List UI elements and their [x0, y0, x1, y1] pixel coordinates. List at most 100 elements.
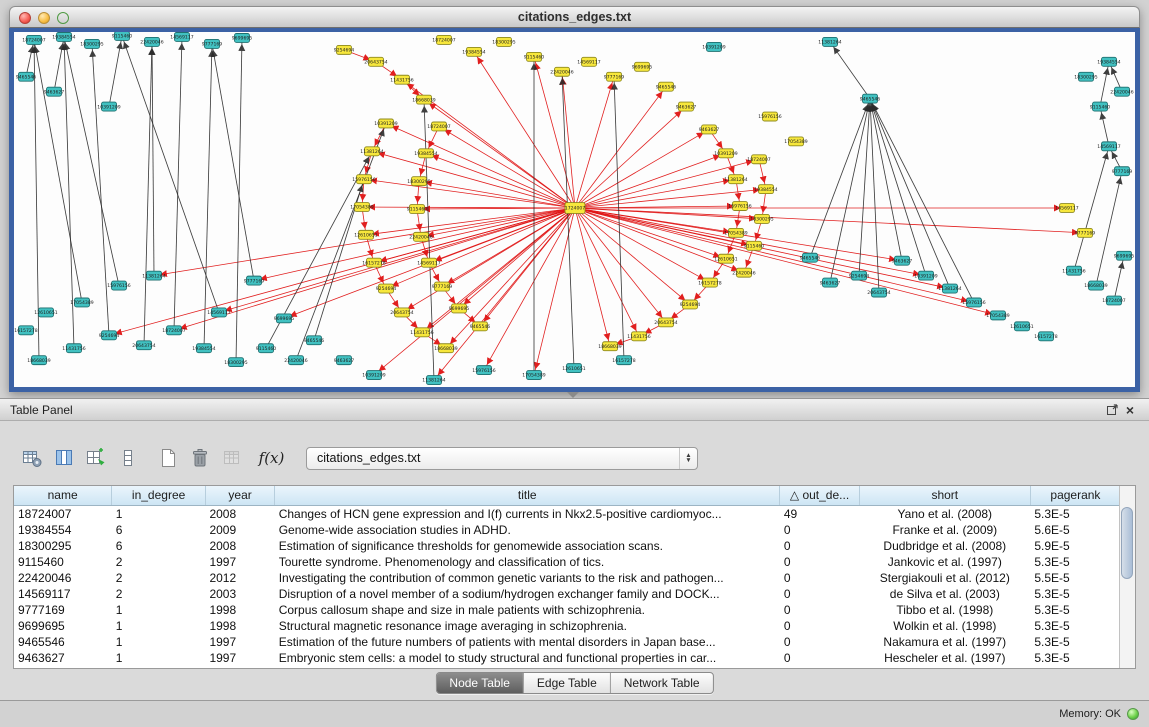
cell-name[interactable]: 9465546 [14, 634, 112, 650]
graph-node[interactable]: 18300295 [224, 358, 247, 367]
graph-node[interactable]: 18724007 [22, 35, 45, 44]
column-header-title[interactable]: title [275, 486, 780, 505]
cell-year[interactable]: 2003 [205, 586, 274, 602]
tab-network-table[interactable]: Network Table [611, 673, 713, 693]
graph-node[interactable]: 16157278 [14, 326, 37, 335]
cell-title[interactable]: Embryonic stem cells: a model to study s… [275, 650, 780, 666]
graph-edge[interactable] [870, 99, 879, 293]
graph-node[interactable]: 12610651 [354, 230, 377, 239]
cell-out_degree[interactable]: 0 [780, 586, 859, 602]
cell-pagerank[interactable]: 5.5E-5 [1030, 570, 1120, 586]
table-row[interactable]: 1830029562008Estimation of significance … [14, 538, 1120, 554]
graph-node[interactable]: 9115460 [112, 32, 133, 40]
graph-edge[interactable] [1096, 171, 1122, 285]
graph-node[interactable]: 18668039 [1084, 281, 1107, 290]
cell-name[interactable]: 9115460 [14, 554, 112, 570]
graph-edge[interactable] [575, 208, 639, 336]
graph-edge[interactable] [1100, 107, 1109, 147]
column-header-year[interactable]: year [205, 486, 274, 505]
graph-node[interactable]: 9777169 [604, 72, 625, 81]
vertical-scrollbar[interactable] [1119, 486, 1135, 668]
cell-year[interactable]: 2008 [205, 505, 274, 522]
graph-node[interactable]: 18300295 [492, 37, 515, 46]
table-row[interactable]: 1456911722003Disruption of a novel membe… [14, 586, 1120, 602]
graph-node[interactable]: 9115460 [256, 344, 277, 353]
graph-node[interactable]: 9777169 [202, 39, 223, 48]
graph-node[interactable]: 15976156 [728, 202, 751, 211]
graph-node[interactable]: 9465546 [656, 82, 677, 91]
graph-edge[interactable] [54, 37, 64, 92]
tab-node-table[interactable]: Node Table [436, 673, 524, 693]
cell-out_degree[interactable]: 0 [780, 570, 859, 586]
graph-edge[interactable] [374, 208, 575, 375]
tab-edge-table[interactable]: Edge Table [524, 673, 611, 693]
cell-out_degree[interactable]: 0 [780, 634, 859, 650]
cell-name[interactable]: 18300295 [14, 538, 112, 554]
graph-edge[interactable] [144, 42, 152, 345]
cell-year[interactable]: 1998 [205, 602, 274, 618]
graph-node[interactable]: 1724007 [565, 203, 586, 214]
graph-edge[interactable] [484, 208, 575, 370]
graph-node[interactable]: 18724007 [1102, 296, 1125, 305]
cell-out_degree[interactable]: 0 [780, 554, 859, 570]
graph-edge[interactable] [870, 99, 902, 261]
graph-node[interactable]: 17054389 [986, 311, 1009, 320]
graph-node[interactable]: 15976156 [472, 366, 495, 375]
cell-short[interactable]: Tibbo et al. (1998) [859, 602, 1030, 618]
cell-short[interactable]: Stergiakouli et al. (2012) [859, 570, 1030, 586]
graph-node[interactable]: 9699695 [232, 33, 253, 42]
graph-edge[interactable] [439, 126, 575, 208]
graph-node[interactable]: 11431756 [410, 328, 433, 337]
graph-edge[interactable] [575, 107, 686, 208]
graph-node[interactable]: 11381264 [724, 175, 747, 184]
graph-edge[interactable] [254, 208, 575, 281]
graph-node[interactable]: 9115460 [1090, 102, 1111, 111]
graph-edge[interactable] [236, 38, 242, 362]
edit-column-icon[interactable] [82, 445, 109, 472]
cell-title[interactable]: Estimation of the future numbers of pati… [275, 634, 780, 650]
graph-node[interactable]: 14569117 [1097, 142, 1120, 151]
graph-node[interactable]: 9463627 [334, 356, 355, 365]
graph-node[interactable]: 18668039 [434, 344, 457, 353]
graph-node[interactable]: 14569117 [577, 57, 600, 66]
cell-in_degree[interactable]: 6 [112, 538, 206, 554]
cell-title[interactable]: Corpus callosum shape and size in male p… [275, 602, 780, 618]
cell-year[interactable]: 2009 [205, 522, 274, 538]
graph-edge[interactable] [575, 208, 610, 346]
graph-node[interactable]: 9777169 [432, 282, 453, 291]
graph-node[interactable]: 15976156 [962, 298, 985, 307]
scrollbar-thumb[interactable] [1121, 507, 1133, 579]
cell-title[interactable]: Tourette syndrome. Phenomenology and cla… [275, 554, 780, 570]
graph-node[interactable]: 9115460 [744, 241, 765, 250]
graph-node[interactable]: 11381264 [938, 284, 961, 293]
cell-title[interactable]: Estimation of significance thresholds fo… [275, 538, 780, 554]
graph-node[interactable]: 15976156 [107, 281, 130, 290]
graph-edge[interactable] [109, 36, 122, 107]
graph-node[interactable]: 9463627 [820, 278, 841, 287]
network-canvas[interactable]: 1872400719384554183002959115460224200461… [9, 28, 1140, 392]
graph-node[interactable]: 19384554 [1097, 57, 1120, 66]
graph-node[interactable]: 10391209 [714, 149, 737, 158]
graph-node[interactable]: 9699695 [449, 304, 470, 313]
cell-year[interactable]: 2012 [205, 570, 274, 586]
graph-node[interactable]: 11431756 [627, 332, 650, 341]
cell-out_degree[interactable]: 0 [780, 522, 859, 538]
cell-title[interactable]: Investigating the contribution of common… [275, 570, 780, 586]
graph-edge[interactable] [417, 208, 575, 209]
graph-edge[interactable] [442, 208, 575, 287]
graph-node[interactable]: 9254694 [376, 284, 397, 293]
table-selector-dropdown[interactable]: citations_edges.txt ▲▼ [306, 447, 698, 470]
graph-node[interactable]: 9777169 [1112, 167, 1133, 176]
graph-edge[interactable] [421, 208, 575, 237]
cell-title[interactable]: Structural magnetic resonance image aver… [275, 618, 780, 634]
graph-node[interactable]: 20643754 [654, 318, 677, 327]
cell-pagerank[interactable]: 5.3E-5 [1030, 554, 1120, 570]
graph-node[interactable]: 9254694 [99, 331, 120, 340]
column-header-in_degree[interactable]: in_degree [112, 486, 206, 505]
cell-name[interactable]: 19384554 [14, 522, 112, 538]
import-table-icon[interactable] [218, 445, 245, 472]
graph-node[interactable]: 9465546 [470, 322, 491, 331]
cell-pagerank[interactable]: 5.3E-5 [1030, 634, 1120, 650]
graph-node[interactable]: 9699695 [1114, 251, 1135, 260]
graph-node[interactable]: 10391209 [362, 371, 385, 380]
